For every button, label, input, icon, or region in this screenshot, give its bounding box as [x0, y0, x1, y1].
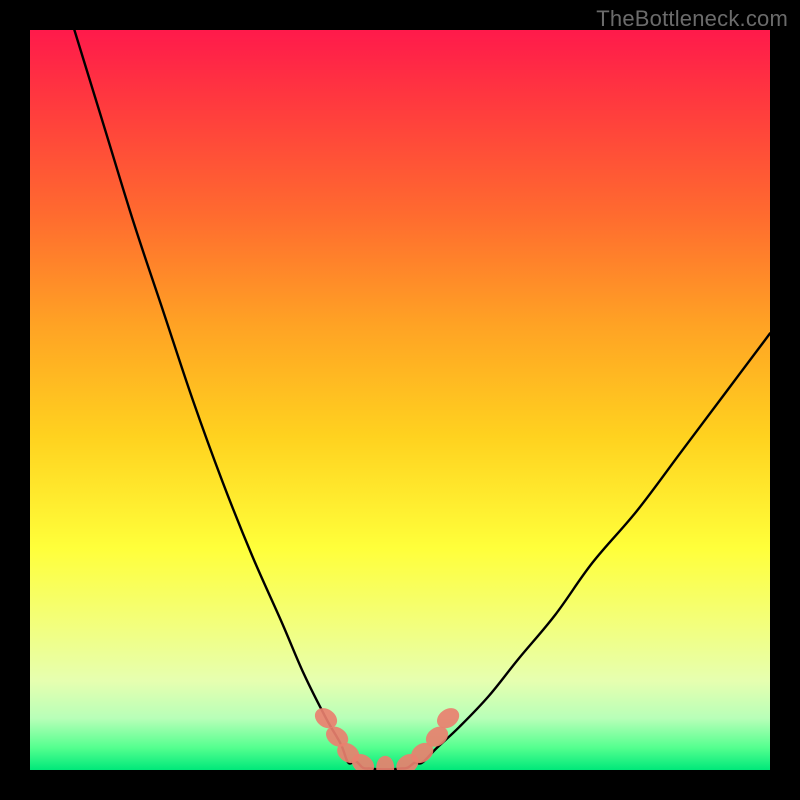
curve-marker: [376, 756, 394, 770]
bottleneck-curve: [74, 30, 770, 769]
chart-frame: TheBottleneck.com: [0, 0, 800, 800]
plot-area: [30, 30, 770, 770]
curve-svg: [30, 30, 770, 770]
curve-markers: [311, 704, 463, 770]
bottleneck-curve-path: [74, 30, 770, 769]
watermark-text: TheBottleneck.com: [596, 6, 788, 32]
